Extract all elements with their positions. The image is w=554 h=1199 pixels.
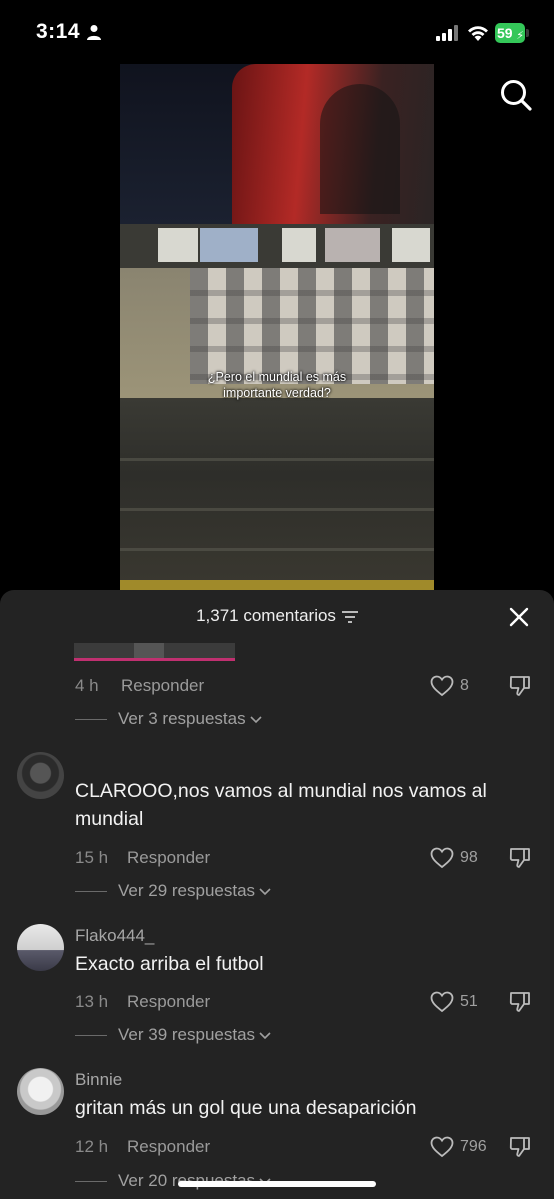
avatar[interactable]: [17, 1068, 64, 1115]
caption-line-1: ¿Pero el mundial es más: [207, 370, 347, 384]
avatar[interactable]: [17, 752, 64, 799]
view-replies-label: Ver 3 respuestas: [118, 709, 246, 728]
video-missing-posters: [190, 268, 434, 384]
status-time: 3:14: [36, 20, 81, 43]
reply-button[interactable]: Responder: [127, 992, 210, 1012]
avatar[interactable]: [17, 924, 64, 971]
video-caption: ¿Pero el mundial es más importante verda…: [120, 369, 434, 401]
video-player[interactable]: ¿Pero el mundial es más importante verda…: [120, 64, 434, 590]
view-replies-label: Ver 29 respuestas: [118, 881, 256, 900]
reply-button[interactable]: Responder: [127, 1137, 210, 1157]
charging-bolt-icon: ⚡: [516, 30, 524, 42]
heart-icon[interactable]: [430, 847, 454, 869]
caption-line-2: importante verdad?: [223, 386, 331, 400]
view-replies-label: Ver 39 respuestas: [118, 1025, 256, 1044]
reply-button[interactable]: Responder: [127, 848, 210, 868]
dislike-icon[interactable]: [508, 846, 532, 870]
chevron-down-icon: [259, 887, 271, 895]
comment-image-thumbnail[interactable]: [74, 643, 235, 661]
battery-indicator: 59 ⚡: [495, 23, 529, 43]
comment-meta: 4 h Responder 8: [75, 674, 545, 698]
comment-text: gritan más un gol que una desaparición: [75, 1097, 417, 1119]
filter-icon[interactable]: [341, 610, 358, 623]
comment-age: 13 h: [75, 992, 109, 1011]
like-count: 8: [460, 677, 469, 694]
battery-level: 59: [497, 25, 513, 41]
comment-text: CLAROOO,nos vamos al mundial nos vamos a…: [75, 780, 487, 830]
comments-header: 1,371 comentarios: [0, 606, 554, 630]
comment-age: 15 h: [75, 848, 109, 867]
wifi-icon: [468, 26, 488, 41]
like-count: 796: [460, 1138, 487, 1155]
heart-icon[interactable]: [430, 1136, 454, 1158]
username[interactable]: Binnie: [75, 1070, 122, 1090]
search-icon[interactable]: [499, 78, 533, 112]
comment-age: 12 h: [75, 1137, 109, 1156]
home-indicator[interactable]: [178, 1181, 376, 1187]
dislike-icon[interactable]: [508, 1135, 532, 1159]
username[interactable]: Flako444_: [75, 926, 154, 946]
like-count: 51: [460, 993, 478, 1010]
person-icon: [87, 25, 101, 40]
signal-icon: [436, 25, 458, 41]
dislike-icon[interactable]: [508, 990, 532, 1014]
comment-meta: 15 h Responder 98: [75, 846, 545, 870]
close-icon[interactable]: [508, 606, 530, 628]
comment-count: 1,371 comentarios: [196, 606, 336, 625]
video-poster-row: [120, 224, 434, 268]
status-bar: 3:14 59 ⚡: [0, 0, 554, 64]
heart-icon[interactable]: [430, 675, 454, 697]
chevron-down-icon: [250, 715, 262, 723]
video-street: [120, 398, 434, 590]
dislike-icon[interactable]: [508, 674, 532, 698]
heart-icon[interactable]: [430, 991, 454, 1013]
comments-sheet: 1,371 comentarios 4 h Responder 8 Ver 3 …: [0, 590, 554, 1199]
comment-age: 4 h: [75, 676, 99, 695]
comment-meta: 12 h Responder 796: [75, 1135, 545, 1159]
like-count: 98: [460, 849, 478, 866]
comment-text: Exacto arriba el futbol: [75, 953, 264, 975]
chevron-down-icon: [259, 1031, 271, 1039]
comment-meta: 13 h Responder 51: [75, 990, 545, 1014]
reply-button[interactable]: Responder: [121, 676, 204, 696]
